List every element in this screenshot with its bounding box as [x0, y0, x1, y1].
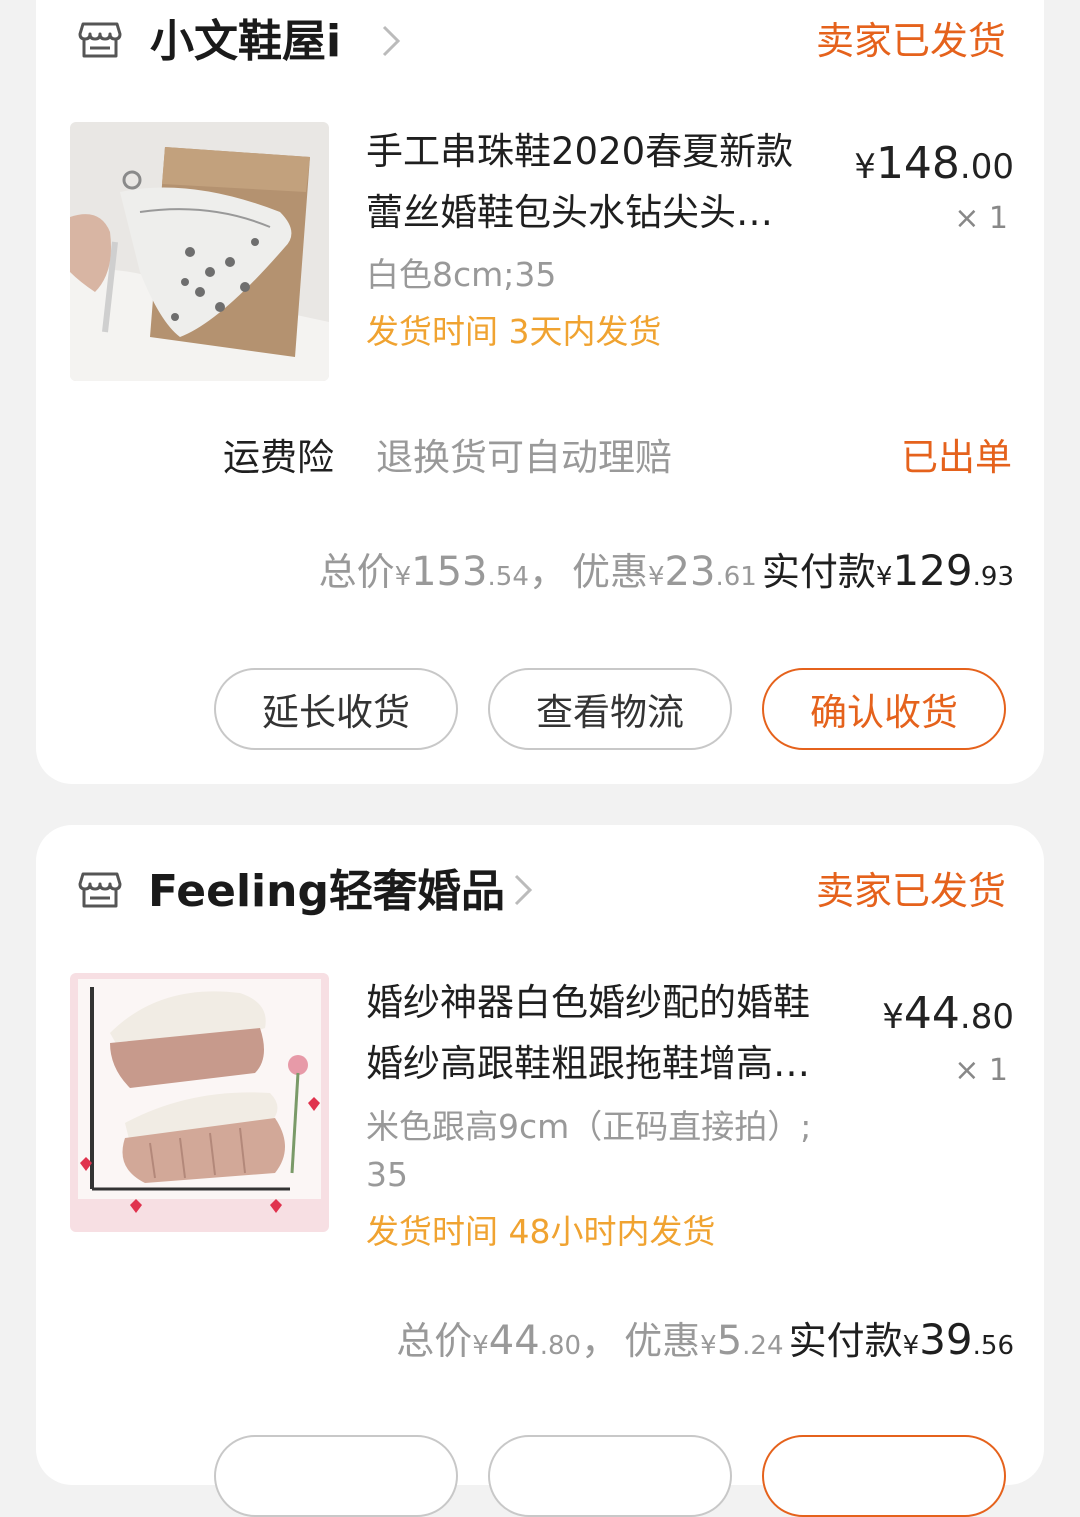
total-label: 总价 — [318, 550, 395, 594]
extend-receipt-button[interactable]: 延长收货 — [214, 668, 458, 750]
product-image-beaded-heel — [70, 122, 329, 381]
price-decimal: .00 — [959, 147, 1014, 187]
order-card[interactable]: 小文鞋屋i 卖家已发货 手工串珠鞋2020春夏新款 蕾丝婚鞋包头水钻尖头… ¥1… — [36, 0, 1044, 784]
shipping-insurance-status: 已出单 — [901, 436, 1012, 479]
product-title-line2[interactable]: 婚纱高跟鞋粗跟拖鞋增高… — [366, 1045, 810, 1082]
discount-integer: 5 — [716, 1318, 743, 1364]
shipping-insurance-label: 运费险 — [223, 436, 334, 479]
action-button-primary[interactable] — [762, 1435, 1006, 1517]
paid-integer: 39 — [919, 1315, 973, 1364]
separator: ， — [581, 1319, 620, 1363]
product-sku-line1: 米色跟高9cm（正码直接拍）; — [366, 1107, 812, 1146]
product-thumbnail[interactable] — [70, 122, 329, 381]
total-label: 总价 — [396, 1319, 473, 1363]
paid-integer: 129 — [892, 546, 973, 595]
shop-name[interactable]: Feeling轻奢婚品 — [148, 870, 505, 914]
total-currency: ¥ — [472, 1331, 489, 1361]
shop-name[interactable]: 小文鞋屋i — [150, 20, 341, 64]
order-status: 卖家已发货 — [815, 19, 1006, 63]
action-button[interactable] — [214, 1435, 458, 1517]
product-title-line1[interactable]: 婚纱神器白色婚纱配的婚鞋 — [366, 984, 810, 1021]
discount-integer: 23 — [664, 549, 716, 595]
chevron-right-icon[interactable] — [508, 870, 538, 910]
paid-label: 实付款 — [788, 1319, 903, 1363]
product-title-line2[interactable]: 蕾丝婚鞋包头水钻尖头… — [366, 194, 773, 231]
paid-amount: 实付款¥39.56 — [789, 1319, 1014, 1361]
action-button[interactable] — [488, 1435, 732, 1517]
price-decimal: .80 — [959, 997, 1014, 1037]
discount-decimal: .24 — [742, 1331, 784, 1361]
product-title-line1[interactable]: 手工串珠鞋2020春夏新款 — [366, 133, 793, 170]
order-status: 卖家已发货 — [815, 869, 1006, 913]
paid-decimal: .93 — [972, 562, 1014, 592]
view-logistics-button[interactable]: 查看物流 — [488, 668, 732, 750]
order-card[interactable]: Feeling轻奢婚品 卖家已发货 婚纱神器白色婚纱配的婚鞋 婚纱高跟鞋粗跟拖鞋… — [36, 825, 1044, 1517]
store-icon — [78, 22, 122, 58]
paid-currency: ¥ — [875, 562, 893, 592]
paid-amount: 实付款¥129.93 — [762, 550, 1014, 592]
discount-label: 优惠 — [624, 1319, 701, 1363]
discount-label: 优惠 — [571, 550, 648, 594]
total-currency: ¥ — [394, 562, 412, 592]
order-totals: 总价¥44.80， 优惠¥5.24 实付款¥39.56 — [396, 1318, 1014, 1364]
shipping-insurance-desc: 退换货可自动理赔 — [376, 436, 672, 479]
ship-time-label: 发货时间 — [366, 312, 498, 351]
total-integer: 44 — [488, 1318, 540, 1364]
store-icon — [78, 872, 122, 908]
paid-label: 实付款 — [761, 550, 876, 594]
paid-decimal: .56 — [972, 1331, 1014, 1361]
product-price: ¥148.00 — [854, 142, 1014, 186]
separator: ， — [528, 550, 567, 594]
discount-decimal: .61 — [715, 562, 757, 592]
product-sku-line2: 35 — [366, 1155, 408, 1194]
ship-time-value: 3天内发货 — [508, 312, 662, 351]
ship-time: 发货时间 3天内发货 — [366, 315, 662, 348]
product-quantity: × 1 — [954, 201, 1008, 236]
chevron-right-icon[interactable] — [376, 21, 406, 61]
discount-currency: ¥ — [700, 1331, 717, 1361]
ship-time-value: 48小时内发货 — [508, 1212, 716, 1251]
price-currency: ¥ — [882, 997, 904, 1037]
paid-currency: ¥ — [902, 1331, 920, 1361]
ship-time: 发货时间 48小时内发货 — [366, 1215, 716, 1248]
product-quantity: × 1 — [954, 1053, 1008, 1088]
price-integer: 148 — [875, 138, 960, 189]
discount-currency: ¥ — [648, 562, 665, 592]
total-decimal: .54 — [487, 562, 529, 592]
ship-time-label: 发货时间 — [366, 1212, 498, 1251]
product-sku: 白色8cm;35 — [366, 255, 557, 294]
product-price: ¥44.80 — [882, 992, 1014, 1036]
product-thumbnail[interactable] — [70, 973, 329, 1232]
price-integer: 44 — [903, 988, 960, 1039]
confirm-receipt-button[interactable]: 确认收货 — [762, 668, 1006, 750]
price-currency: ¥ — [854, 147, 876, 187]
total-integer: 153 — [411, 549, 488, 595]
order-totals: 总价¥153.54， 优惠¥23.61 实付款¥129.93 — [318, 549, 1014, 595]
total-decimal: .80 — [539, 1331, 582, 1361]
product-image-wedge-slipper — [70, 973, 329, 1232]
